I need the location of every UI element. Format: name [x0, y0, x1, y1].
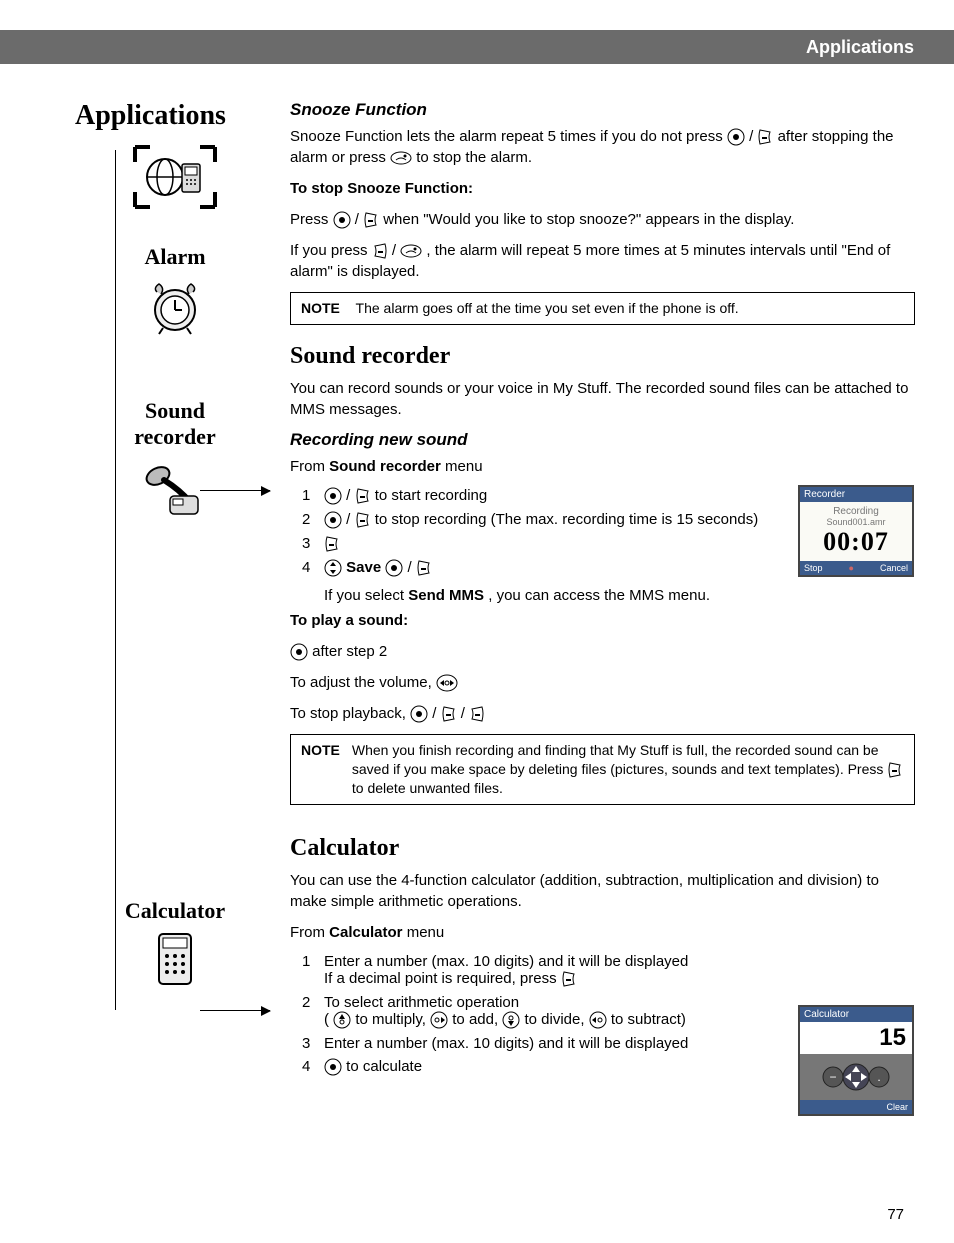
sound-recorder-intro: You can record sounds or your voice in M… [290, 378, 915, 420]
main-content: Snooze Function Snooze Function lets the… [290, 100, 915, 1086]
send-mms-note: If you select Send MMS , you can access … [324, 587, 915, 604]
recording-filename: Sound001.amr [804, 517, 908, 527]
cancel-softkey: Cancel [880, 563, 908, 573]
note-label: NOTE [301, 741, 340, 798]
from-sound-recorder-menu: From Sound recorder menu [290, 456, 915, 477]
soft-key-icon [441, 705, 457, 723]
arrow-icon [200, 490, 270, 491]
sidebar-item-sound-recorder: Sound recorder [75, 398, 275, 518]
soft-key-icon [887, 761, 903, 779]
soft-key-icon [355, 487, 371, 505]
recording-new-sound-heading: Recording new sound [290, 430, 915, 450]
soft-key-left-icon [372, 242, 388, 260]
nav-leftright-icon [436, 674, 458, 692]
soft-key-left-icon [469, 705, 485, 723]
from-calculator-menu: From Calculator menu [290, 922, 915, 943]
soft-key-icon [363, 211, 379, 229]
center-key-icon [290, 643, 308, 661]
nav-up-icon [333, 1011, 351, 1029]
soft-key-icon [355, 511, 371, 529]
soft-key-icon [561, 970, 577, 988]
sidebar-title: Applications [75, 100, 275, 132]
center-key-icon [324, 487, 342, 505]
calc-display-value: 15 [800, 1022, 912, 1054]
svg-text:−: − [829, 1070, 836, 1084]
play-sound-step: after step 2 [290, 641, 915, 662]
sidebar-item-calculator: Calculator [75, 898, 275, 987]
calculator-heading: Calculator [290, 835, 915, 862]
adjust-volume: To adjust the volume, [290, 672, 915, 693]
microphone-icon [140, 458, 210, 518]
nav-right-icon [430, 1011, 448, 1029]
calculator-screenshot: Calculator 15 − . Clear [798, 1005, 914, 1116]
applications-icon [130, 142, 220, 212]
nav-updown-icon [324, 559, 342, 577]
note-label: NOTE [301, 300, 340, 316]
screenshot-title: Recorder [800, 487, 912, 502]
sound-recorder-heading: Sound recorder [290, 343, 915, 370]
end-key-icon [390, 150, 412, 166]
snooze-heading: Snooze Function [290, 100, 915, 120]
stop-snooze-heading: To stop Snooze Function: [290, 178, 915, 199]
svg-text:.: . [877, 1070, 880, 1084]
soft-key-icon [757, 128, 773, 146]
sidebar: Applications Alarm Sound recorder [75, 100, 275, 995]
tree-line [115, 150, 116, 1010]
recording-time: 00:07 [804, 527, 908, 557]
page-header: Applications [0, 30, 954, 64]
soft-key-icon [324, 535, 340, 553]
soft-key-icon [416, 559, 432, 577]
alarm-clock-icon [145, 278, 205, 338]
snooze-note: NOTE The alarm goes off at the time you … [290, 292, 915, 325]
center-key-icon [324, 1058, 342, 1076]
center-key-icon [410, 705, 428, 723]
stop-playback: To stop playback, / / [290, 703, 915, 724]
screenshot-title: Calculator [800, 1007, 912, 1022]
calc-nav-icon: − . [821, 1060, 891, 1094]
center-key-icon [727, 128, 745, 146]
stop-snooze-ifpress: If you press / , the alarm will repeat 5… [290, 240, 915, 282]
recording-status: Recording [804, 506, 908, 517]
center-key-icon [324, 511, 342, 529]
arrow-icon [200, 1010, 270, 1011]
stop-snooze-press: Press / when "Would you like to stop sno… [290, 209, 915, 230]
calculator-intro: You can use the 4-function calculator (a… [290, 870, 915, 912]
sidebar-item-alarm: Alarm [75, 244, 275, 338]
page-number: 77 [887, 1206, 904, 1223]
recorder-screenshot: Recorder Recording Sound001.amr 00:07 St… [798, 485, 914, 577]
center-key-icon [333, 211, 351, 229]
header-title: Applications [806, 37, 914, 58]
clear-softkey: Clear [886, 1102, 908, 1112]
stop-softkey: Stop [804, 563, 823, 573]
play-sound-heading: To play a sound: [290, 610, 915, 631]
nav-down-icon [502, 1011, 520, 1029]
sound-recorder-note: NOTE When you finish recording and findi… [290, 734, 915, 805]
snooze-description: Snooze Function lets the alarm repeat 5 … [290, 126, 915, 168]
end-key-icon [400, 243, 422, 259]
nav-left-icon [589, 1011, 607, 1029]
calculator-icon [155, 932, 195, 987]
center-key-icon [385, 559, 403, 577]
